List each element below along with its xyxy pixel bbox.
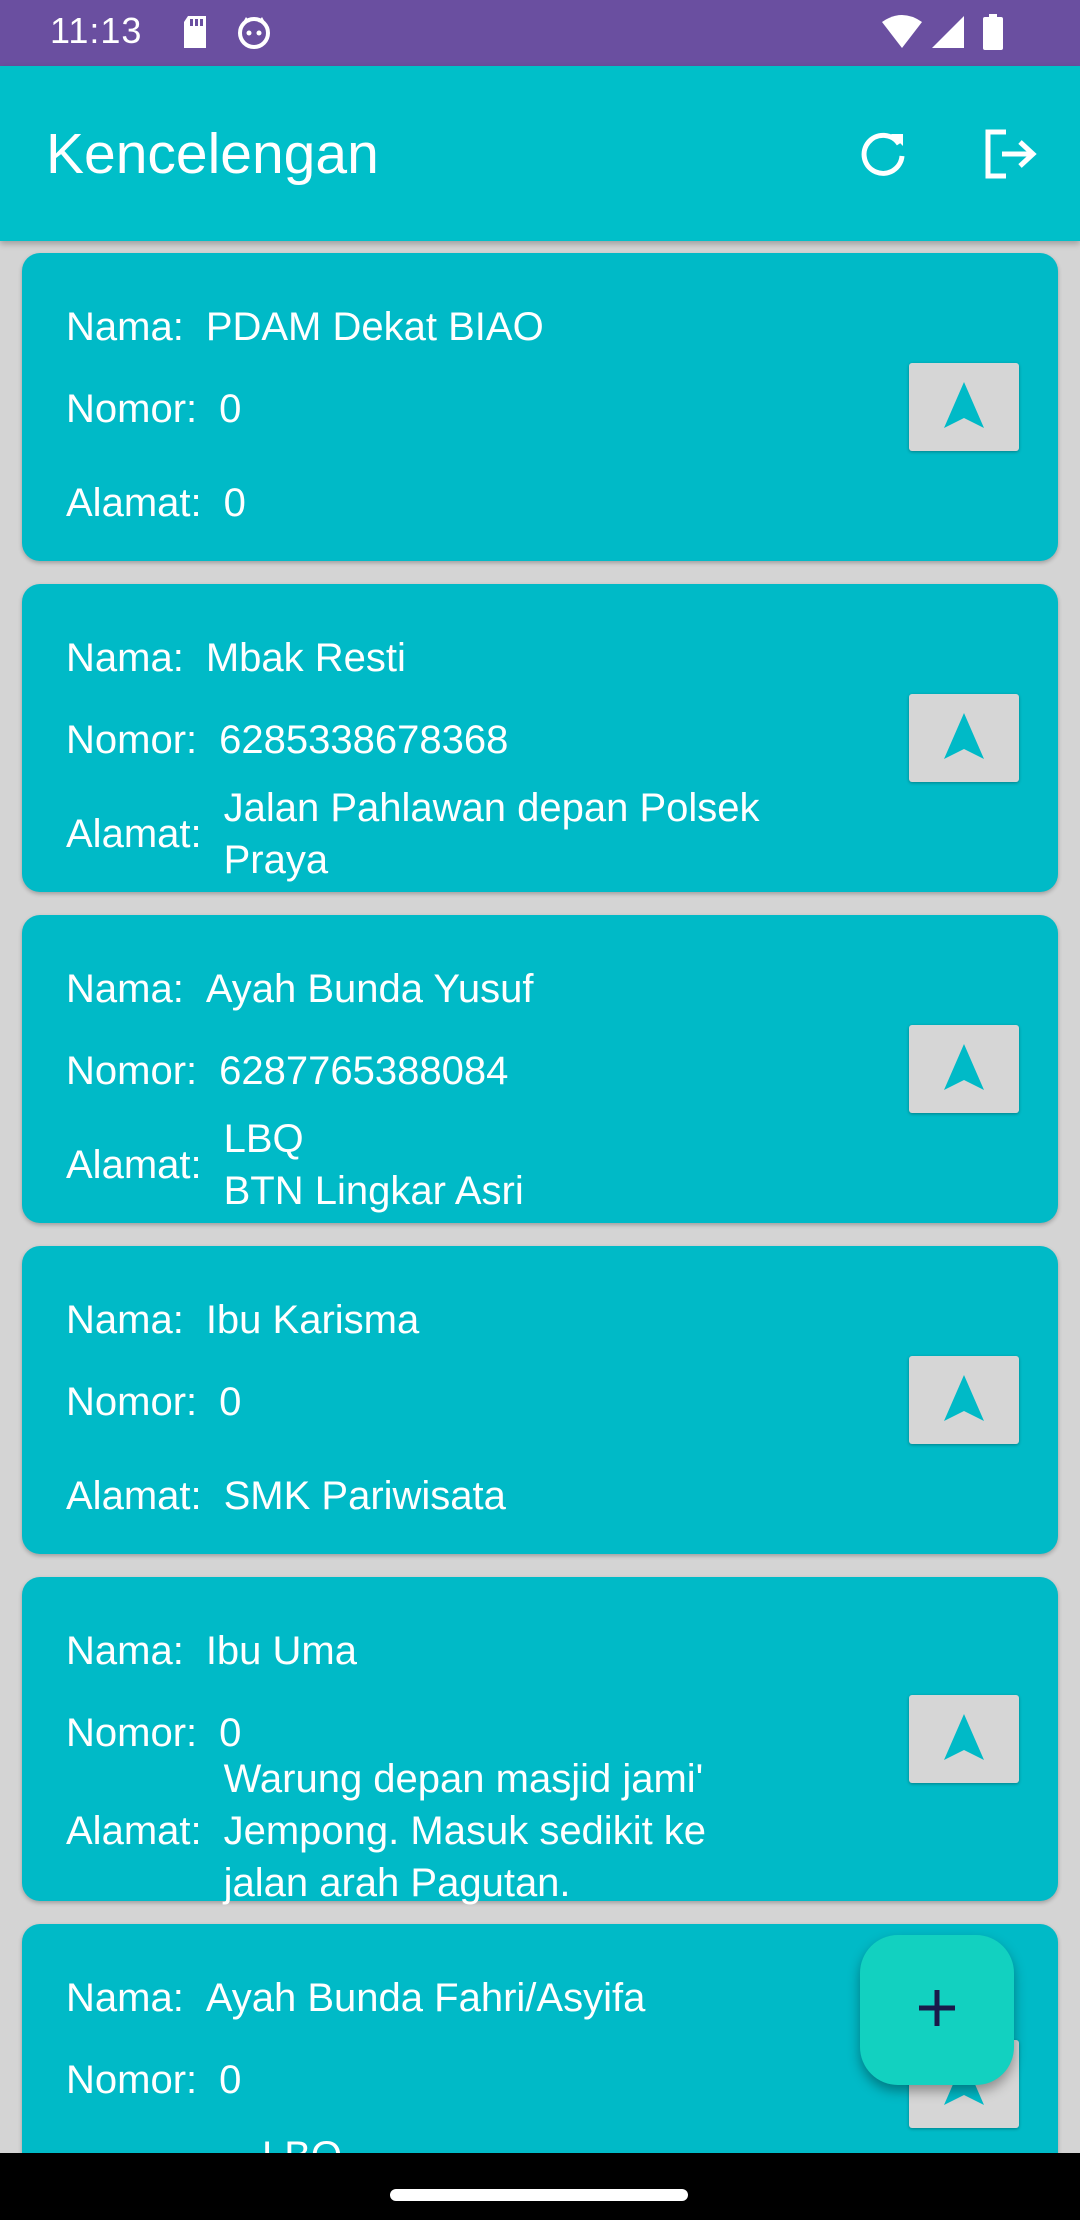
list-item[interactable]: Nama: Ibu Uma Nomor: 0 Alamat: Warung depan… bbox=[22, 1577, 1058, 1905]
nama-value: Ibu Uma bbox=[205, 1629, 357, 1673]
system-nav-bar bbox=[0, 2153, 1080, 2220]
alamat-value: SMK Pariwisata bbox=[223, 1474, 506, 1518]
list-item[interactable]: Nama: Ayah Bunda Yusuf Nomor: 628776538808… bbox=[22, 915, 1058, 1223]
nomor-value: 6287765388084 bbox=[219, 1049, 509, 1093]
wifi-icon bbox=[880, 14, 924, 55]
add-button[interactable] bbox=[860, 1935, 1014, 2085]
sd-card-icon bbox=[180, 14, 210, 55]
nama-label: Nama: bbox=[66, 635, 184, 680]
refresh-button[interactable] bbox=[855, 126, 911, 187]
nama-label: Nama: bbox=[66, 1297, 184, 1342]
logout-icon bbox=[982, 129, 1042, 186]
nama-label: Nama: bbox=[66, 1975, 184, 2020]
alamat-label: Alamat: bbox=[66, 1142, 202, 1187]
alamat-value: LBQ bbox=[262, 2130, 862, 2153]
nomor-label: Nomor: bbox=[66, 1710, 198, 1755]
list-item[interactable]: Nama: PDAM Dekat BIAO Nomor: 0 Alamat: 0 bbox=[22, 253, 1058, 561]
home-gesture-handle[interactable] bbox=[390, 2189, 688, 2201]
nomor-label: Nomor: bbox=[66, 1048, 198, 1093]
cat-face-icon bbox=[236, 14, 272, 55]
navigate-button[interactable] bbox=[909, 694, 1019, 782]
nama-label: Nama: bbox=[66, 966, 184, 1011]
nama-label: Nama: bbox=[66, 1628, 184, 1673]
list-item[interactable]: Nama: Ibu Karisma Nomor: 0 Alamat: SMK Pari… bbox=[22, 1246, 1058, 1554]
logout-button[interactable] bbox=[982, 126, 1042, 187]
alamat-value: 0 bbox=[223, 481, 246, 525]
navigation-arrow-icon bbox=[942, 1712, 986, 1767]
alamat-value: Jalan Pahlawan depan Polsek Praya bbox=[223, 786, 760, 882]
nama-value: Ibu Karisma bbox=[205, 1298, 420, 1342]
navigation-arrow-icon bbox=[942, 1373, 986, 1428]
nama-label: Nama: bbox=[66, 304, 184, 349]
status-bar: 11:13 bbox=[0, 0, 1080, 66]
nomor-value: 6285338678368 bbox=[219, 718, 509, 762]
app-title: Kencelengan bbox=[46, 122, 379, 186]
nomor-value: 0 bbox=[219, 387, 242, 431]
navigate-button[interactable] bbox=[909, 1356, 1019, 1444]
nama-value: Ayah Bunda Fahri/Asyifa bbox=[205, 1976, 646, 2020]
alamat-label: Alamat: bbox=[66, 1473, 202, 1518]
plus-icon bbox=[915, 1986, 959, 2035]
alamat-label: Alamat: bbox=[66, 480, 202, 525]
list-item[interactable]: Nama: Mbak Resti Nomor: 6285338678368 Alam… bbox=[22, 584, 1058, 892]
nama-value: PDAM Dekat BIAO bbox=[205, 305, 544, 349]
navigation-arrow-icon bbox=[942, 711, 986, 766]
signal-icon bbox=[930, 14, 966, 55]
nomor-value: 0 bbox=[219, 1380, 242, 1424]
navigate-button[interactable] bbox=[909, 1025, 1019, 1113]
alamat-value: Warung depan masjid jami' Jempong. Masuk… bbox=[223, 1757, 707, 1905]
status-time: 11:13 bbox=[50, 10, 143, 51]
nomor-label: Nomor: bbox=[66, 386, 198, 431]
alamat-value: LBQ BTN Lingkar Asri bbox=[223, 1117, 524, 1213]
navigation-arrow-icon bbox=[942, 1042, 986, 1097]
battery-icon bbox=[982, 14, 1004, 55]
nama-value: Mbak Resti bbox=[205, 636, 406, 680]
alamat-label: Alamat: bbox=[66, 1808, 202, 1853]
app-bar: Kencelengan bbox=[0, 66, 1080, 241]
nama-value: Ayah Bunda Yusuf bbox=[205, 967, 534, 1011]
nomor-label: Nomor: bbox=[66, 717, 198, 762]
nomor-label: Nomor: bbox=[66, 1379, 198, 1424]
navigate-button[interactable] bbox=[909, 1695, 1019, 1783]
navigate-button[interactable] bbox=[909, 363, 1019, 451]
navigation-arrow-icon bbox=[942, 380, 986, 435]
refresh-icon bbox=[855, 132, 911, 186]
location-list[interactable]: Nama: PDAM Dekat BIAO Nomor: 0 Alamat: 0 Na… bbox=[0, 241, 1080, 2153]
alamat-label: Alamat: bbox=[66, 811, 202, 856]
